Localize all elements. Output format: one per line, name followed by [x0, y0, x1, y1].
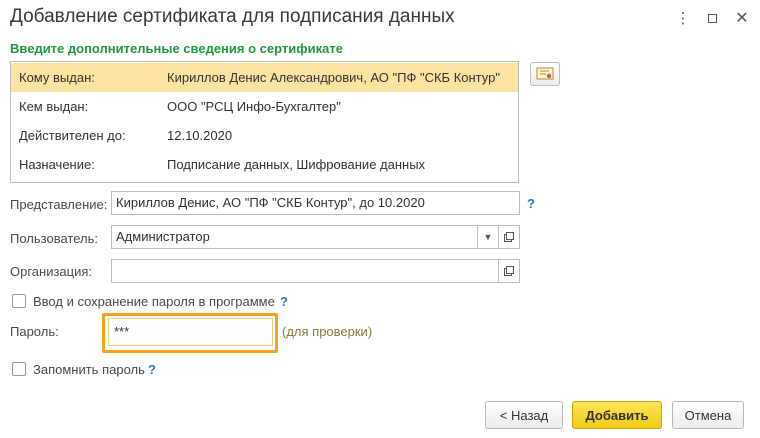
save-password-label[interactable]: Ввод и сохранение пароля в программе [33, 294, 275, 309]
vertical-dots-icon[interactable]: ⋮ [671, 8, 695, 28]
organization-field[interactable] [111, 259, 499, 283]
organization-open-button[interactable] [498, 259, 520, 283]
info-label: Назначение: [19, 157, 95, 172]
save-password-help-icon[interactable]: ? [280, 294, 288, 309]
info-value: 12.10.2020 [167, 128, 233, 143]
add-button[interactable]: Добавить [572, 401, 662, 429]
user-label: Пользователь: [10, 231, 98, 246]
organization-label: Организация: [10, 264, 93, 279]
user-open-button[interactable] [498, 225, 520, 249]
user-field[interactable]: Администратор [111, 225, 478, 249]
certificate-info-panel: Кому выдан: Кириллов Денис Александрович… [10, 61, 519, 183]
save-password-checkbox[interactable] [12, 294, 26, 308]
remember-password-help-icon[interactable]: ? [148, 362, 156, 377]
remember-password-label[interactable]: Запомнить пароль [33, 362, 145, 377]
info-value: Кириллов Денис Александрович, АО "ПФ "СК… [167, 70, 500, 85]
representation-field[interactable]: Кириллов Денис, АО "ПФ "СКБ Контур", до … [111, 191, 520, 215]
password-field[interactable]: *** [108, 318, 273, 346]
remember-password-checkbox[interactable] [12, 362, 26, 376]
info-value: Подписание данных, Шифрование данных [167, 157, 426, 172]
show-certificate-button[interactable] [530, 62, 560, 86]
user-dropdown-button[interactable]: ▼ [477, 225, 499, 249]
open-icon [504, 232, 514, 242]
info-row-valid-until[interactable]: Действителен до: 12.10.2020 [11, 121, 518, 150]
info-row-issued-by[interactable]: Кем выдан: ООО "РСЦ Инфо-Бухгалтер" [11, 92, 518, 121]
maximize-icon[interactable] [700, 8, 724, 28]
back-button[interactable]: < Назад [485, 401, 563, 429]
info-label: Кем выдан: [19, 99, 89, 114]
certificate-icon [536, 67, 554, 80]
password-label: Пароль: [10, 324, 59, 339]
chevron-down-icon: ▼ [483, 232, 493, 242]
open-icon [504, 266, 514, 276]
representation-label: Представление: [10, 197, 108, 212]
cancel-button[interactable]: Отмена [672, 401, 744, 429]
representation-help-icon[interactable]: ? [527, 196, 535, 211]
info-label: Кому выдан: [19, 70, 95, 85]
close-icon[interactable]: ✕ [730, 8, 754, 28]
window-title: Добавление сертификата для подписания да… [10, 6, 455, 27]
info-value: ООО "РСЦ Инфо-Бухгалтер" [167, 99, 341, 114]
info-row-purpose[interactable]: Назначение: Подписание данных, Шифровани… [11, 150, 518, 179]
password-hint: (для проверки) [282, 324, 373, 339]
info-row-issued-to[interactable]: Кому выдан: Кириллов Денис Александрович… [11, 63, 518, 92]
section-subtitle: Введите дополнительные сведения о сертиф… [10, 41, 343, 56]
info-label: Действителен до: [19, 128, 126, 143]
